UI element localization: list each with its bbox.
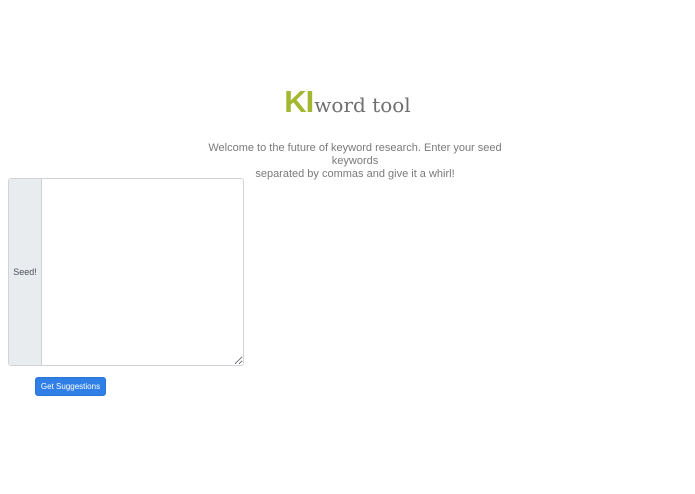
page: KIword tool Welcome to the future of key… <box>0 0 695 494</box>
logo-text: word tool <box>314 93 411 117</box>
seed-keywords-textarea[interactable] <box>42 179 243 365</box>
seed-input-group: Seed! <box>8 178 244 366</box>
intro-line-1: Welcome to the future of keyword researc… <box>208 142 502 167</box>
get-suggestions-button[interactable]: Get Suggestions <box>35 377 106 396</box>
seed-addon-label: Seed! <box>9 179 42 365</box>
app-logo: KIword tool <box>0 84 695 120</box>
logo-mark: KI <box>284 84 314 119</box>
intro-text: Welcome to the future of keyword researc… <box>195 142 515 181</box>
